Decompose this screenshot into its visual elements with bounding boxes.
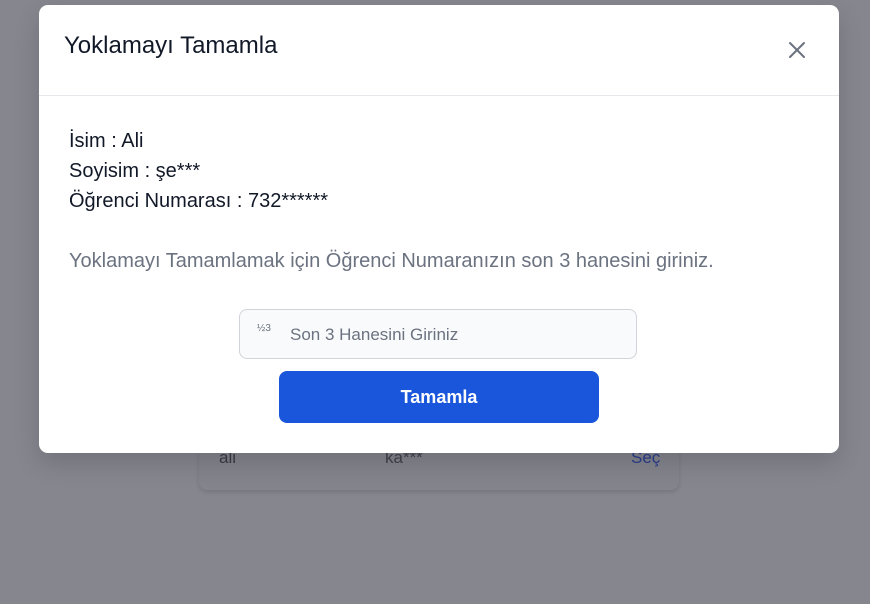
close-icon [789,42,805,58]
modal-header: Yoklamayı Tamamla [39,5,839,96]
last-digits-input[interactable] [288,310,632,360]
complete-button[interactable]: Tamamla [279,371,599,423]
student-info: İsim : Ali Soyisim : şe*** Öğrenci Numar… [69,126,328,216]
student-name: İsim : Ali [69,130,144,152]
complete-attendance-modal: Yoklamayı Tamamla İsim : Ali Soyisim : ş… [39,5,839,453]
number-icon: ½3 [257,323,271,334]
modal-title: Yoklamayı Tamamla [64,32,278,59]
instruction-text: Yoklamayı Tamamlamak için Öğrenci Numara… [69,250,714,272]
last-digits-field[interactable]: ½3 [239,309,637,360]
student-surname: Soyisim : şe*** [69,160,201,182]
student-number: Öğrenci Numarası : 732****** [69,190,329,212]
close-button[interactable] [785,38,809,62]
